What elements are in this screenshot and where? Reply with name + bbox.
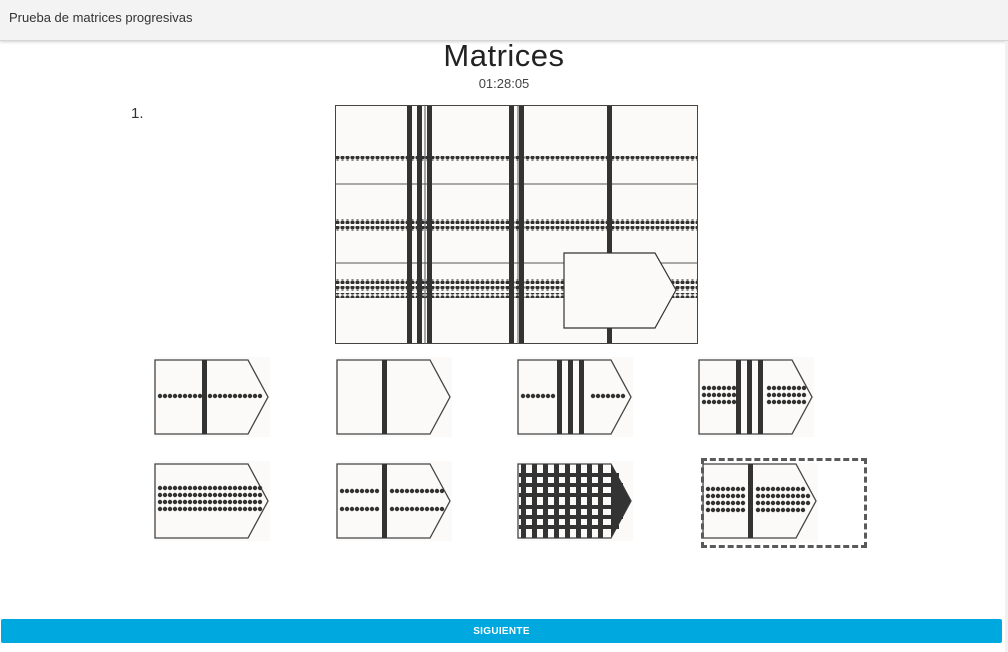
answer-option-8[interactable]	[701, 458, 867, 548]
countdown-timer: 01:28:05	[478, 76, 530, 91]
answer-option-5[interactable]	[154, 461, 270, 541]
answer-option-4[interactable]	[698, 357, 814, 437]
answer-option-3[interactable]	[517, 357, 633, 437]
option-one-bar-two-dot-rows-icon	[336, 461, 452, 541]
app-header: Prueba de matrices progresivas	[0, 0, 1008, 41]
option-many-bars-many-dot-rows-icon	[517, 461, 633, 541]
answer-option-1[interactable]	[154, 357, 270, 437]
option-one-bar-no-dots-icon	[336, 357, 452, 437]
option-three-bars-three-dot-rows-icon	[698, 357, 814, 437]
matrix-puzzle-image	[335, 105, 698, 344]
option-one-bar-one-dot-row-icon	[154, 357, 270, 437]
page-title: Matrices	[443, 38, 565, 73]
app-title: Prueba de matrices progresivas	[9, 10, 193, 25]
option-one-bar-four-dot-rows-icon	[702, 463, 818, 543]
option-three-bars-one-dot-row-icon	[517, 357, 633, 437]
answer-option-6[interactable]	[336, 461, 452, 541]
option-no-bars-four-dot-rows-icon	[154, 461, 270, 541]
answer-option-7[interactable]	[517, 461, 633, 541]
question-number: 1.	[131, 105, 144, 122]
next-button[interactable]: SIGUIENTE	[1, 619, 1002, 643]
answer-option-2[interactable]	[336, 357, 452, 437]
